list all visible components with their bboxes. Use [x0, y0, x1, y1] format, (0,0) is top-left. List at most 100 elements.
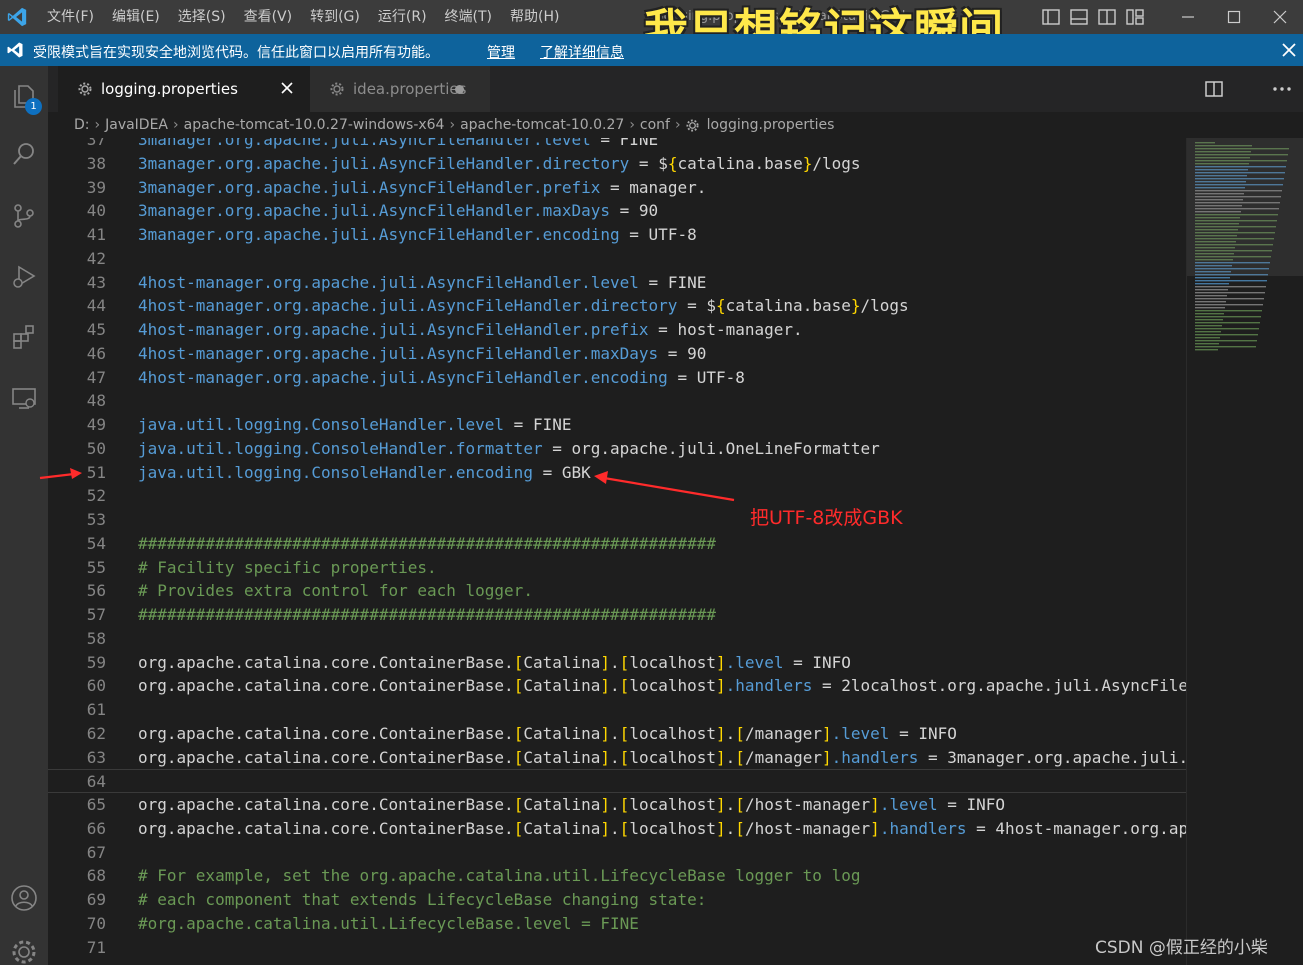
code-line[interactable]: 71: [48, 936, 1186, 960]
code-line[interactable]: 58: [48, 627, 1186, 651]
code-line[interactable]: 49 java.util.logging.ConsoleHandler.level…: [48, 413, 1186, 437]
code-line[interactable]: 44 4host-manager.org.apache.juli.AsyncFil…: [48, 294, 1186, 318]
breadcrumb-item[interactable]: apache-tomcat-10.0.27: [460, 117, 624, 133]
search-icon[interactable]: [6, 136, 42, 172]
code-line[interactable]: 45 4host-manager.org.apache.juli.AsyncFil…: [48, 318, 1186, 342]
code-line[interactable]: 56 # Provides extra control for each logg…: [48, 579, 1186, 603]
menu-item[interactable]: 转到(G): [301, 0, 369, 34]
split-editor-icon[interactable]: [1204, 79, 1224, 99]
code-line[interactable]: 59 org.apache.catalina.core.ContainerBase…: [48, 651, 1186, 675]
learn-more-link[interactable]: 了解详细信息: [540, 42, 624, 62]
code-line[interactable]: 37 3manager.org.apache.juli.AsyncFileHand…: [48, 138, 1186, 152]
unsaved-dot-icon[interactable]: [455, 85, 464, 94]
breadcrumb-item[interactable]: logging.properties: [707, 117, 835, 133]
code-line[interactable]: 55 # Facility specific properties.: [48, 556, 1186, 580]
more-actions-icon[interactable]: [1270, 79, 1294, 99]
maximize-button[interactable]: [1211, 0, 1257, 34]
code-token: /manager: [744, 747, 822, 767]
menu-item[interactable]: 帮助(H): [501, 0, 568, 34]
code-line[interactable]: 48: [48, 389, 1186, 413]
code-token: $: [706, 296, 716, 316]
code-line[interactable]: 38 3manager.org.apache.juli.AsyncFileHand…: [48, 152, 1186, 176]
code-token: java.util.logging.ConsoleHandler.formatt…: [138, 438, 543, 458]
breadcrumb-item[interactable]: D:: [74, 117, 90, 133]
code-line[interactable]: 63 org.apache.catalina.core.ContainerBase…: [48, 746, 1186, 770]
code-token: $: [658, 153, 668, 173]
code-line[interactable]: 67: [48, 841, 1186, 865]
manage-link[interactable]: 管理: [487, 42, 515, 62]
menu-item[interactable]: 文件(F): [38, 0, 103, 34]
explorer-badge: 1: [25, 98, 42, 115]
settings-gear-icon[interactable]: [6, 934, 42, 965]
code-token: org.apache.catalina.core.ContainerBase.: [138, 652, 514, 672]
code-token: .level: [725, 652, 784, 672]
code-line[interactable]: 39 3manager.org.apache.juli.AsyncFileHand…: [48, 176, 1186, 200]
code-token: [: [513, 652, 524, 672]
vscode-logo-icon[interactable]: [6, 6, 28, 28]
code-line[interactable]: 41 3manager.org.apache.juli.AsyncFileHand…: [48, 223, 1186, 247]
menu-item[interactable]: 选择(S): [169, 0, 235, 34]
close-window-button[interactable]: [1257, 0, 1303, 34]
toggle-panel-icon[interactable]: [1068, 6, 1090, 28]
code-token: ]: [600, 723, 611, 743]
code-line[interactable]: 65 org.apache.catalina.core.ContainerBase…: [48, 793, 1186, 817]
breadcrumb-item[interactable]: conf: [640, 117, 670, 133]
code-line[interactable]: 54 ######################################…: [48, 532, 1186, 556]
menu-item[interactable]: 查看(V): [235, 0, 302, 34]
close-icon[interactable]: [278, 79, 296, 97]
code-token: FINE: [667, 272, 707, 292]
remote-explorer-icon[interactable]: [6, 380, 42, 416]
toggle-secondary-sidebar-icon[interactable]: [1096, 6, 1118, 28]
code-line[interactable]: 47 4host-manager.org.apache.juli.AsyncFil…: [48, 366, 1186, 390]
code-token: .handlers: [725, 676, 813, 696]
line-number: 58: [86, 628, 106, 648]
code-line[interactable]: 66 org.apache.catalina.core.ContainerBase…: [48, 817, 1186, 841]
breadcrumb-item[interactable]: apache-tomcat-10.0.27-windows-x64: [184, 117, 445, 133]
minimap-slider[interactable]: [1187, 138, 1303, 276]
line-number: 51: [86, 462, 106, 482]
code-editor[interactable]: 37 3manager.org.apache.juli.AsyncFileHand…: [48, 138, 1186, 965]
code-line[interactable]: 64: [48, 769, 1186, 794]
tab-idea-properties[interactable]: idea.properties: [310, 66, 490, 112]
code-line[interactable]: 50 java.util.logging.ConsoleHandler.forma…: [48, 437, 1186, 461]
run-debug-icon[interactable]: [6, 258, 42, 294]
code-line[interactable]: 53: [48, 508, 1186, 532]
menu-item[interactable]: 终端(T): [436, 0, 501, 34]
minimap-line: [1195, 310, 1262, 312]
code-token: =: [542, 438, 572, 458]
menu-item[interactable]: 编辑(E): [103, 0, 169, 34]
code-line[interactable]: 52: [48, 484, 1186, 508]
code-token: .handlers: [879, 818, 967, 838]
code-line[interactable]: 51 java.util.logging.ConsoleHandler.encod…: [48, 461, 1186, 485]
account-icon[interactable]: [6, 880, 42, 916]
code-line[interactable]: 68 # For example, set the org.apache.cata…: [48, 864, 1186, 888]
code-line[interactable]: 70 #org.apache.catalina.util.LifecycleBas…: [48, 912, 1186, 936]
line-number: 70: [86, 913, 106, 933]
customize-layout-icon[interactable]: [1124, 6, 1146, 28]
breadcrumb-item[interactable]: JavaIDEA: [105, 117, 168, 133]
close-banner-icon[interactable]: [1279, 40, 1299, 60]
code-line[interactable]: 57 ######################################…: [48, 603, 1186, 627]
source-control-icon[interactable]: [6, 198, 42, 234]
code-line[interactable]: 60 org.apache.catalina.core.ContainerBase…: [48, 674, 1186, 698]
code-token: /host-manager: [744, 818, 871, 838]
restricted-mode-banner: 受限模式旨在实现安全地浏览代码。信任此窗口以启用所有功能。 管理 了解详细信息: [0, 34, 1303, 66]
code-line[interactable]: 42: [48, 247, 1186, 271]
code-line[interactable]: 69 # each component that extends Lifecycl…: [48, 888, 1186, 912]
code-token: =: [619, 225, 649, 244]
code-line[interactable]: 61: [48, 698, 1186, 722]
code-text: 4host-manager.org.apache.juli.AsyncFileH…: [138, 271, 706, 295]
code-line[interactable]: 46 4host-manager.org.apache.juli.AsyncFil…: [48, 342, 1186, 366]
minimize-button[interactable]: [1165, 0, 1211, 34]
code-line[interactable]: 43 4host-manager.org.apache.juli.AsyncFil…: [48, 271, 1186, 295]
code-line[interactable]: 62 org.apache.catalina.core.ContainerBase…: [48, 722, 1186, 746]
minimap[interactable]: [1186, 138, 1303, 965]
code-line[interactable]: 40 3manager.org.apache.juli.AsyncFileHand…: [48, 199, 1186, 223]
code-token: localhost: [629, 747, 717, 767]
tab-logging-properties[interactable]: logging.properties: [58, 66, 310, 112]
menu-item[interactable]: 运行(R): [369, 0, 436, 34]
code-token: =: [889, 723, 919, 743]
extensions-icon[interactable]: [6, 318, 42, 354]
toggle-primary-sidebar-icon[interactable]: [1040, 6, 1062, 28]
code-token: UTF-8: [648, 225, 697, 244]
